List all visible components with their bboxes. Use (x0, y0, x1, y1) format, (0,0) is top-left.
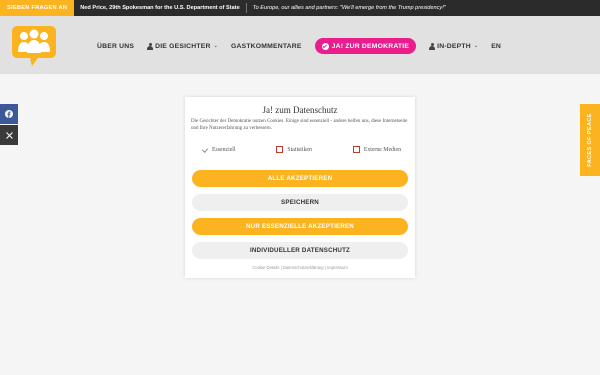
side-tab-label: FACES OF PEACE (587, 113, 593, 167)
person-icon (429, 42, 436, 50)
x-icon (5, 131, 13, 139)
nav-gastkommentare[interactable]: GASTKOMMENTARE (231, 43, 302, 50)
nav-label: ÜBER UNS (97, 42, 135, 50)
nav-die-gesichter[interactable]: DIE GESICHTER ⌄ (147, 42, 218, 50)
nav-in-depth[interactable]: IN-DEPTH ⌄ (429, 42, 479, 50)
privacy-policy-link[interactable]: Datenschutzerklärung (283, 265, 324, 270)
ticker-headline-2[interactable]: To Europe, our allies and partners: "We'… (247, 5, 452, 11)
checkbox-label: Externe Medien (363, 146, 401, 153)
dialog-title: Ja! zum Datenschutz (262, 105, 338, 115)
nav-label: JA! ZUR DEMOKRATIE (331, 42, 410, 50)
chevron-down-icon: ⌄ (473, 43, 479, 49)
dialog-description: Die Gesichter der Demokratie nutzen Cook… (191, 119, 408, 131)
nav-ueber-uns[interactable]: ÜBER UNS (97, 43, 134, 50)
facebook-icon (5, 110, 13, 118)
check-circle-icon (321, 42, 329, 50)
nav-label: EN (491, 42, 502, 50)
checkbox-statistiken[interactable]: Statistiken (276, 146, 312, 153)
save-button[interactable]: SPEICHERN (192, 194, 408, 211)
nav-label: IN-DEPTH (437, 42, 471, 50)
accept-all-button[interactable]: ALLE AKZEPTIEREN (192, 170, 408, 187)
site-header: ÜBER UNS DIE GESICHTER ⌄ GASTKOMMENTARE … (0, 16, 600, 74)
checkbox-label: Essenziell (212, 146, 236, 153)
checkmark-icon (201, 146, 208, 153)
ticker-headline-1[interactable]: Ned Price, 29th Spokesman for the U.S. D… (74, 5, 245, 11)
checkbox-box (352, 146, 360, 153)
checkbox-essenziell[interactable]: Essenziell (201, 146, 236, 153)
site-logo[interactable] (10, 22, 58, 68)
dialog-links: Cookie-Details | Datenschutzerklärung | … (185, 265, 415, 270)
ticker-tag[interactable]: SIEBEN FRAGEN AN (0, 0, 75, 16)
cookie-categories: Essenziell Statistiken Externe Medien (201, 146, 401, 153)
nav-ja-zur-demokratie[interactable]: JA! ZUR DEMOKRATIE (314, 38, 417, 54)
accept-essential-button[interactable]: NUR ESSENZIELLE AKZEPTIEREN (192, 218, 408, 235)
imprint-link[interactable]: Impressum (327, 265, 348, 270)
individual-privacy-button[interactable]: INDIVIDUELLER DATENSCHUTZ (192, 242, 408, 259)
facebook-share-button[interactable] (0, 104, 18, 124)
faces-of-peace-tab[interactable]: FACES OF PEACE (580, 104, 600, 176)
main-nav: ÜBER UNS DIE GESICHTER ⌄ GASTKOMMENTARE … (97, 37, 514, 55)
person-icon (147, 42, 154, 50)
checkbox-box (276, 146, 284, 153)
checkbox-label: Statistiken (287, 146, 312, 153)
x-share-button[interactable] (0, 125, 18, 145)
chevron-down-icon: ⌄ (213, 43, 218, 49)
news-ticker: SIEBEN FRAGEN AN Ned Price, 29th Spokesm… (0, 0, 600, 16)
nav-label: GASTKOMMENTARE (230, 42, 302, 50)
checkbox-externe-medien[interactable]: Externe Medien (352, 146, 401, 153)
nav-language-en[interactable]: EN (491, 43, 501, 50)
logo-faces-icon (12, 26, 56, 66)
cookie-details-link[interactable]: Cookie-Details (252, 265, 279, 270)
nav-label: DIE GESICHTER (155, 42, 211, 50)
cookie-consent-dialog: Ja! zum Datenschutz Die Gesichter der De… (185, 97, 415, 278)
